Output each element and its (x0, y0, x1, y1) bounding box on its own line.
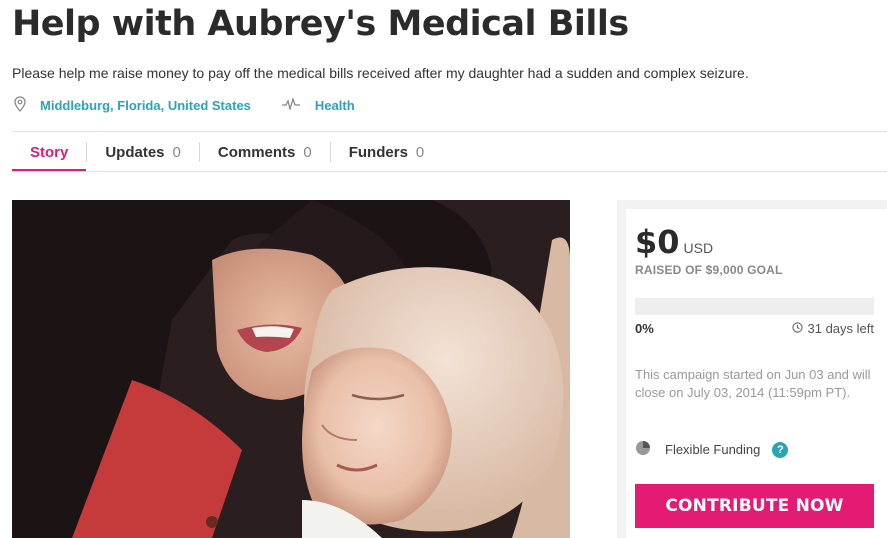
tab-updates[interactable]: Updates 0 (87, 132, 199, 172)
tab-count: 0 (172, 143, 181, 161)
progress-bar (635, 298, 874, 315)
tab-count: 0 (415, 143, 425, 161)
campaign-title: Help with Aubrey's Medical Bills (12, 4, 629, 44)
half-pie-icon (635, 440, 651, 459)
tab-label: Funders (348, 143, 408, 161)
campaign-subtitle: Please help me raise money to pay off th… (12, 65, 749, 81)
currency-label: USD (683, 240, 714, 256)
campaign-schedule: This campaign started on Jun 03 and will… (635, 367, 871, 400)
tab-story[interactable]: Story (12, 132, 87, 172)
tab-funders[interactable]: Funders 0 (331, 132, 443, 172)
location-link[interactable]: Middleburg, Florida, United States (40, 98, 251, 113)
map-pin-icon (14, 95, 26, 115)
campaign-meta: Middleburg, Florida, United States Healt… (14, 95, 355, 115)
amount-raised: $0 USD (635, 223, 713, 261)
funding-panel: $0 USD RAISED OF $9,000 GOAL 0% 31 days … (617, 200, 887, 538)
contribute-button[interactable]: CONTRIBUTE NOW (635, 484, 874, 528)
help-icon[interactable]: ? (772, 441, 789, 458)
clock-icon (791, 321, 803, 336)
funding-type: Flexible Funding ? (635, 440, 789, 459)
goal-text: RAISED OF $9,000 GOAL (635, 263, 783, 277)
tab-comments[interactable]: Comments 0 (200, 132, 330, 172)
percent-label: 0% (635, 321, 654, 336)
campaign-photo (12, 200, 570, 538)
tab-count: 0 (303, 143, 312, 161)
tab-label: Comments (217, 143, 296, 161)
days-left-text: 31 days left (807, 321, 875, 336)
category-link[interactable]: Health (315, 98, 355, 113)
amount-value: $0 (635, 223, 680, 261)
tab-bar: Story Updates 0 Comments 0 Funders 0 (12, 132, 442, 172)
funding-card: $0 USD RAISED OF $9,000 GOAL 0% 31 days … (626, 209, 887, 538)
divider (12, 171, 887, 172)
pulse-icon (281, 96, 301, 113)
days-left: 31 days left (791, 321, 875, 336)
tab-label: Updates (105, 143, 165, 161)
funding-type-label: Flexible Funding (665, 442, 761, 457)
tab-label: Story (30, 143, 69, 161)
